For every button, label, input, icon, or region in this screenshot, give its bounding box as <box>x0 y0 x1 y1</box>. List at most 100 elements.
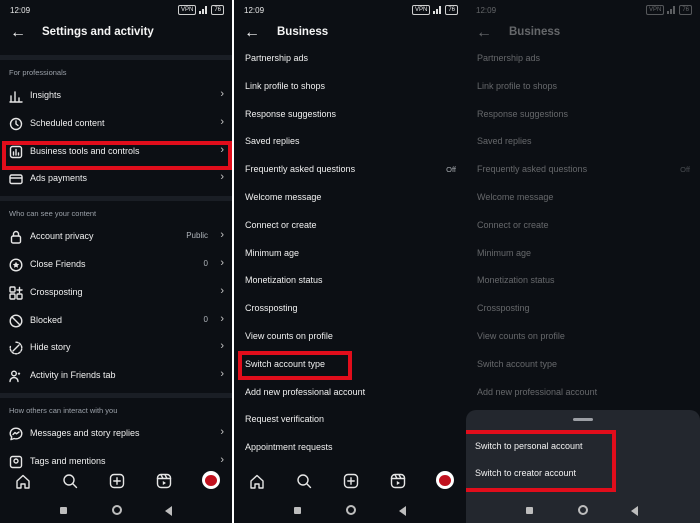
chevron-right-icon: › <box>220 88 224 100</box>
business-item-crossposting: Crossposting <box>466 296 700 322</box>
business-item-saved-replies[interactable]: Saved replies <box>234 129 466 155</box>
status-bar: 12:09 VPN 76 <box>234 0 466 22</box>
back-arrow-icon: ← <box>476 24 492 41</box>
recents-button[interactable] <box>526 507 533 514</box>
page-title: Settings and activity <box>42 26 154 38</box>
settings-item-blocked[interactable]: Blocked 0 › <box>0 309 232 333</box>
settings-item-hide-story[interactable]: Hide story › <box>0 336 232 360</box>
business-item-minimum-age[interactable]: Minimum age <box>234 241 466 267</box>
business-item-crossposting[interactable]: Crossposting <box>234 296 466 322</box>
scheduled-content-icon <box>9 117 23 130</box>
business-item-appointment-requests[interactable]: Appointment requests <box>234 435 466 461</box>
business-item-frequently-asked-questions: Frequently asked questions Off <box>466 157 700 183</box>
status-time: 12:09 <box>244 6 265 15</box>
business-item-label: Partnership ads <box>245 53 309 63</box>
chevron-right-icon: › <box>220 115 224 128</box>
business-item-link-profile-to-shops: Link profile to shops <box>466 74 700 100</box>
home-button[interactable] <box>578 505 588 515</box>
reels-icon[interactable] <box>389 472 407 490</box>
business-item-response-suggestions: Response suggestions <box>466 102 700 128</box>
battery-icon: 76 <box>679 5 692 15</box>
settings-item-insights[interactable]: Insights › <box>0 84 232 108</box>
settings-item-value: 0 <box>203 314 208 324</box>
business-item-label: Monetization status <box>245 275 323 286</box>
battery-icon: 76 <box>445 5 458 15</box>
business-item-request-verification[interactable]: Request verification <box>234 407 466 433</box>
settings-item-messages-and-story-replies[interactable]: Messages and story replies › <box>0 422 232 446</box>
chevron-right-icon: › <box>220 229 224 242</box>
business-item-saved-replies: Saved replies <box>466 129 700 155</box>
profile-avatar[interactable] <box>202 471 220 489</box>
status-icons: VPN 76 <box>645 5 692 15</box>
business-item-label: Request verification <box>245 414 325 425</box>
business-item-add-new-professional-account[interactable]: Add new professional account <box>234 380 466 406</box>
ads-payments-icon <box>9 174 23 185</box>
business-item-link-profile-to-shops[interactable]: Link profile to shops <box>234 74 466 100</box>
business-item-monetization-status[interactable]: Monetization status <box>234 268 466 294</box>
business-item-connect-or-create[interactable]: Connect or create <box>234 213 466 239</box>
settings-item-activity-in-friends-tab[interactable]: Activity in Friends tab › <box>0 364 232 388</box>
header: ← Settings and activity <box>0 22 232 46</box>
create-icon[interactable] <box>342 472 360 490</box>
header: ← Business <box>466 22 700 46</box>
business-item-monetization-status: Monetization status <box>466 268 700 294</box>
business-item-frequently-asked-questions[interactable]: Frequently asked questions Off <box>234 157 466 183</box>
sheet-handle[interactable] <box>573 418 593 421</box>
business-item-label: Connect or create <box>245 219 317 230</box>
business-item-partnership-ads[interactable]: Partnership ads <box>234 46 466 72</box>
recents-button[interactable] <box>294 507 301 514</box>
settings-item-label: Tags and mentions <box>30 455 106 466</box>
section-heading: How others can interact with you <box>9 406 118 415</box>
settings-item-label: Account privacy <box>30 231 94 242</box>
business-item-connect-or-create: Connect or create <box>466 213 700 239</box>
business-item-value: Off <box>446 165 456 175</box>
business-item-welcome-message[interactable]: Welcome message <box>234 185 466 211</box>
status-bar: 12:09 VPN 76 <box>466 0 700 22</box>
signal-icon <box>667 6 676 14</box>
battery-icon: 76 <box>211 5 224 15</box>
search-icon[interactable] <box>61 472 79 490</box>
section-divider <box>0 196 232 202</box>
back-arrow-icon[interactable]: ← <box>244 24 260 42</box>
status-bar: 12:09 VPN 76 <box>0 0 232 22</box>
business-item-label: Crossposting <box>245 303 298 314</box>
business-item-label: Link profile to shops <box>477 80 558 91</box>
back-arrow-icon[interactable]: ← <box>10 24 26 42</box>
business-item-label: View counts on profile <box>477 331 565 341</box>
settings-item-close-friends[interactable]: Close Friends 0 › <box>0 253 232 277</box>
back-button[interactable] <box>399 506 406 516</box>
chevron-right-icon: › <box>220 453 224 466</box>
business-item-response-suggestions[interactable]: Response suggestions <box>234 102 466 128</box>
home-icon[interactable] <box>14 472 32 490</box>
reels-icon[interactable] <box>155 472 173 490</box>
settings-item-account-privacy[interactable]: Account privacy Public › <box>0 225 232 249</box>
section-heading: For professionals <box>9 68 67 77</box>
settings-item-scheduled-content[interactable]: Scheduled content › <box>0 112 232 136</box>
vpn-badge: VPN <box>411 5 431 15</box>
business-item-label: Partnership ads <box>477 53 541 63</box>
business-item-label: Add new professional account <box>477 386 598 397</box>
highlight-sheet-options <box>466 430 616 492</box>
business-item-view-counts-on-profile[interactable]: View counts on profile <box>234 324 466 350</box>
settings-item-crossposting[interactable]: Crossposting › <box>0 281 232 305</box>
create-icon[interactable] <box>108 472 126 490</box>
home-button[interactable] <box>112 505 122 515</box>
insights-icon <box>9 91 23 103</box>
business-item-label: Crossposting <box>477 303 530 314</box>
recents-button[interactable] <box>60 507 67 514</box>
home-button[interactable] <box>346 505 356 515</box>
chevron-right-icon: › <box>220 368 224 381</box>
home-icon[interactable] <box>248 472 266 490</box>
settings-item-ads-payments[interactable]: Ads payments › <box>0 167 232 191</box>
settings-item-label: Crossposting <box>30 286 83 297</box>
search-icon[interactable] <box>295 472 313 490</box>
business-item-label: Link profile to shops <box>245 80 326 91</box>
business-screen: 12:09 VPN 76 ← Business Partnership ads L… <box>234 0 466 523</box>
signal-icon <box>433 6 442 14</box>
settings-item-label: Insights <box>30 90 62 100</box>
settings-item-label: Activity in Friends tab <box>30 370 116 381</box>
business-item-label: Connect or create <box>477 219 549 230</box>
back-button[interactable] <box>165 506 172 516</box>
profile-avatar[interactable] <box>436 471 454 489</box>
back-button[interactable] <box>631 506 638 516</box>
